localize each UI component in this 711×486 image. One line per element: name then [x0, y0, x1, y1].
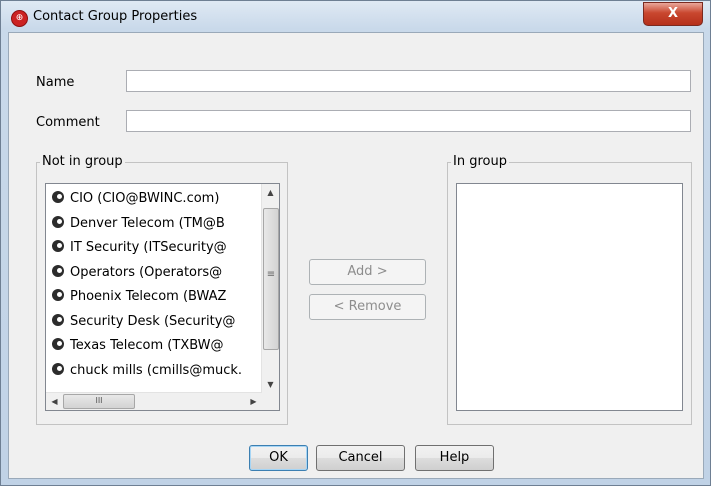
list-item[interactable]: Denver Telecom (TM@B: [52, 213, 225, 235]
in-group-panel: In group: [447, 154, 692, 425]
horizontal-scroll-thumb[interactable]: III: [63, 394, 135, 409]
list-item[interactable]: Texas Telecom (TXBW@: [52, 335, 224, 357]
contact-icon: [52, 338, 64, 350]
ok-button[interactable]: OK: [249, 445, 308, 471]
list-item[interactable]: Security Desk (Security@: [52, 311, 235, 333]
scroll-down-icon[interactable]: ▼: [262, 376, 279, 393]
add-button[interactable]: Add >: [309, 259, 426, 285]
not-in-group-title: Not in group: [40, 154, 125, 169]
in-group-list[interactable]: [456, 183, 683, 411]
scroll-left-icon[interactable]: ◀: [46, 393, 63, 410]
contact-icon: [52, 313, 64, 326]
contact-icon: [52, 289, 64, 301]
list-item-label: IT Security (ITSecurity@: [70, 240, 227, 255]
not-in-group-panel: Not in group CIO (CIO@BWINC.com) Denver T…: [36, 154, 288, 425]
close-button[interactable]: X: [643, 2, 703, 26]
vertical-scroll-thumb[interactable]: ≡: [263, 208, 279, 350]
not-in-group-list[interactable]: CIO (CIO@BWINC.com) Denver Telecom (TM@B I…: [45, 183, 280, 411]
list-item-label: Denver Telecom (TM@B: [70, 215, 225, 231]
dialog-content: Name Comment Not in group CIO (CIO@BWINC…: [8, 32, 704, 479]
list-item-label: CIO (CIO@BWINC.com): [70, 191, 220, 206]
list-item[interactable]: Phoenix Telecom (BWAZ: [52, 286, 226, 308]
contact-icon: [52, 215, 64, 228]
title-bar[interactable]: ⊕ Contact Group Properties X: [1, 1, 710, 33]
comment-label: Comment: [36, 115, 100, 130]
list-item-label: Operators (Operators@: [70, 264, 223, 280]
contact-icon: [52, 240, 64, 252]
window-title: Contact Group Properties: [33, 9, 198, 24]
list-item[interactable]: Operators (Operators@: [52, 262, 222, 284]
contact-icon: [52, 191, 64, 203]
list-item-label: Security Desk (Security@: [70, 313, 236, 329]
list-item-label: chuck mills (cmills@muck.: [70, 362, 243, 378]
dialog-window: ⊕ Contact Group Properties X Name Commen…: [0, 0, 711, 486]
globe-icon: ⊕: [11, 10, 28, 27]
comment-field[interactable]: [126, 110, 691, 132]
scroll-right-icon[interactable]: ▶: [245, 393, 262, 410]
horizontal-scrollbar[interactable]: ◀ III ▶: [46, 392, 262, 410]
grip-icon: ≡: [266, 269, 276, 280]
list-item-label: Texas Telecom (TXBW@: [70, 338, 224, 353]
name-field[interactable]: [126, 70, 691, 92]
help-button[interactable]: Help: [415, 445, 494, 471]
scroll-corner: [262, 393, 279, 410]
cancel-button[interactable]: Cancel: [316, 445, 405, 471]
list-item[interactable]: chuck mills (cmills@muck.: [52, 360, 242, 382]
list-item[interactable]: CIO (CIO@BWINC.com): [52, 188, 219, 210]
list-item[interactable]: IT Security (ITSecurity@: [52, 237, 227, 259]
remove-button[interactable]: < Remove: [309, 294, 426, 320]
vertical-scrollbar[interactable]: ▲ ≡ ▼: [261, 184, 279, 393]
name-label: Name: [36, 75, 75, 90]
in-group-title: In group: [451, 154, 509, 169]
list-item-label: Phoenix Telecom (BWAZ: [70, 289, 227, 304]
contact-icon: [52, 264, 64, 277]
scroll-up-icon[interactable]: ▲: [262, 184, 279, 201]
contact-icon: [52, 362, 64, 375]
